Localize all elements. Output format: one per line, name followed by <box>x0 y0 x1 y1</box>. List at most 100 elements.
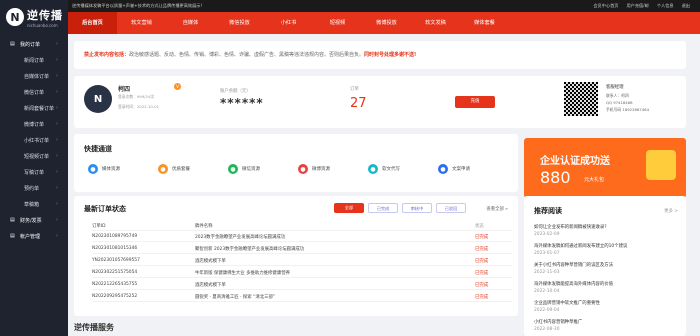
order-filter-button[interactable]: 已完成 <box>368 203 398 213</box>
sidebar-item[interactable]: 小红书订单 › <box>0 132 68 148</box>
topbar-link[interactable]: 用户充值/邮 <box>626 3 648 9</box>
chevron-right-icon: › <box>56 57 58 63</box>
reads-more-link[interactable]: 更多 > <box>664 208 678 214</box>
sidebar-item[interactable]: 短视频订单 › <box>0 148 68 164</box>
table-row[interactable]: N202212265435755 酒店模式模下单 已完成 <box>92 280 512 290</box>
chevron-right-icon: › <box>56 153 58 159</box>
sidebar-item-label: 新闻订单 <box>24 57 45 64</box>
weibo-icon: ● <box>298 164 308 174</box>
chevron-right-icon: › <box>56 169 58 175</box>
nav-tab[interactable]: 后台首页 <box>68 12 117 34</box>
sidebar-item[interactable]: 预约单 › <box>0 180 68 196</box>
quick-link[interactable]: ● 媒体资源 <box>88 164 120 174</box>
sidebar-item-label: 我的订单 <box>20 41 41 48</box>
order-name: 2023数字金融瞭望产业发展高峰论坛圆满成功 <box>195 234 286 240</box>
quick-link[interactable]: ● 文案申请 <box>438 164 470 174</box>
brand-name: 逆传播 <box>27 8 63 22</box>
orders-card: 最新订单状态 全部 已完成 审核中 已驳回 查看全部 » 订单ID 稿件名称 状态 N… <box>74 196 518 316</box>
order-filter-button[interactable]: 审核中 <box>402 203 432 213</box>
order-id: N202302251575054 <box>92 270 138 275</box>
sidebar-item[interactable]: ▤ 帐户管理 › <box>0 228 68 244</box>
sidebar-item-label: 新闻套餐订单 <box>24 105 55 112</box>
sidebar-nav: ▤ 我的订单 › 新闻订单 › 自媒体订单 › 微信订单 › 新闻套餐订单 › 微博订单 › 小红书订单 ›… <box>0 36 68 244</box>
chevron-right-icon: › <box>56 201 58 207</box>
nav-tab[interactable]: 软文发稿 <box>411 12 460 34</box>
order-status: 已完成 <box>475 294 489 300</box>
package-icon: ● <box>158 164 168 174</box>
qq-value[interactable]: 97418468 <box>613 100 632 105</box>
table-row[interactable]: YN202301057699557 酒店模式模下单 已完成 <box>92 256 512 266</box>
nav-tab[interactable]: 软文营销 <box>117 12 166 34</box>
news-title: 海外媒体发稿如何通过新闻发布建立的10个建议 <box>534 244 628 249</box>
order-name: 聚智创新 2023数字金融瞭望产业发展高峰论坛圆满成功 <box>195 246 305 252</box>
menu-icon: ▤ <box>10 217 15 223</box>
nav-tab[interactable]: 媒体套餐 <box>460 12 509 34</box>
recharge-button[interactable]: 充值 <box>455 96 495 108</box>
sidebar-item[interactable]: 写稿订单 › <box>0 164 68 180</box>
sidebar-item[interactable]: ▤ 我的订单 › <box>0 36 68 52</box>
chevron-right-icon: › <box>56 185 58 191</box>
avatar[interactable]: N <box>84 85 112 113</box>
list-item[interactable]: 如何让企业发布的新闻稿被快速收录? 2023-02-09 <box>534 224 607 237</box>
nav-tab[interactable]: 短视频 <box>313 12 362 34</box>
table-row[interactable]: N202301081015346 聚智创新 2023数字金融瞭望产业发展高峰论坛圆… <box>92 244 512 254</box>
sidebar-item-label: 微信订单 <box>24 89 45 96</box>
notice-label: 禁止发布内容包括： <box>84 52 130 58</box>
username: 柯四 <box>118 86 131 93</box>
topbar-link[interactable]: 会员中心首页 <box>593 3 618 9</box>
news-date: 2022-11-03 <box>534 270 560 275</box>
order-filter-button[interactable]: 全部 <box>334 203 364 213</box>
topbar-notice: 逆传播媒体发稿平台以质量+声誉+技术的方式让品牌传播更高效展示! <box>72 3 203 8</box>
nav-tab[interactable]: 微博投放 <box>362 12 411 34</box>
gift-icon <box>646 150 676 180</box>
main-nav: 后台首页 软文营销 自媒体 微信投放 小红书 短视频 微博投放 软文发稿 媒体套餐 <box>68 12 700 34</box>
order-id: N202301081015346 <box>92 246 138 251</box>
nav-tab[interactable]: 自媒体 <box>166 12 215 34</box>
quick-channel-card: 快捷通道 ● 媒体资源 ● 优质套餐 ● 微信资源 ● 微博资源 ● 软文代写 ● 文案申请 <box>74 134 518 192</box>
list-item[interactable]: 海外媒体发稿能提高海外媒体内容的价值 2022-10-04 <box>534 281 613 294</box>
write-icon: ● <box>368 164 378 174</box>
login-count: 登录次数：999/24次 <box>118 94 155 99</box>
list-item[interactable]: 企业品牌营销中软文推广的重要性 2022-09-04 <box>534 300 600 313</box>
table-row[interactable]: N202209295475252 圆锐奖 · 夏商清雅工匠 · 探索 “清北三部”… <box>92 292 512 302</box>
sidebar-item[interactable]: 草稿箱 › <box>0 196 68 212</box>
quick-link[interactable]: ● 优质套餐 <box>158 164 190 174</box>
list-item[interactable]: 海外媒体发稿如何通过新闻发布建立的10个建议 2023-01-07 <box>534 243 627 256</box>
qr-code[interactable] <box>564 82 598 116</box>
sidebar-item[interactable]: 微博订单 › <box>0 116 68 132</box>
list-item[interactable]: 关于小红书内容种草营销门的误区及方法 2022-11-03 <box>534 262 613 275</box>
order-status: 已完成 <box>475 258 489 264</box>
promo-amount: 880 <box>540 168 571 187</box>
chevron-right-icon: › <box>56 73 58 79</box>
quick-link[interactable]: ● 软文代写 <box>368 164 400 174</box>
balance-label: 账户余额（元） <box>220 89 251 94</box>
table-row[interactable]: N202302251575054 牛年新版 保健康佛生大业 多维助力维修健康营养 已… <box>92 268 512 278</box>
nav-tab[interactable]: 小红书 <box>264 12 313 34</box>
list-item[interactable]: 小红书内容营销种草推广 2022-08-30 <box>534 319 582 332</box>
topbar-link[interactable]: 个人信息 <box>657 3 674 9</box>
news-date: 2023-02-09 <box>534 232 560 237</box>
table-row[interactable]: N202301089795749 2023数字金融瞭望产业发展高峰论坛圆满成功 已完… <box>92 232 512 242</box>
logo[interactable]: N 逆传播 nichuanbo.com <box>0 0 68 34</box>
news-date: 2023-01-07 <box>534 251 560 256</box>
sidebar-item[interactable]: 微信订单 › <box>0 84 68 100</box>
orders-more-link[interactable]: 查看全部 » <box>486 206 508 212</box>
order-id: N202301089795749 <box>92 234 138 239</box>
topbar-link[interactable]: 退出 <box>682 3 690 9</box>
promo-banner[interactable]: 企业认证成功送 880 元大礼包 <box>524 138 686 198</box>
sidebar-item-label: 自媒体订单 <box>24 73 50 80</box>
tel-label: 手机号码 <box>606 107 622 112</box>
sidebar-item[interactable]: ▤ 财务/发票 › <box>0 212 68 228</box>
order-filter-button[interactable]: 已驳回 <box>436 203 466 213</box>
quick-link[interactable]: ● 微博资源 <box>298 164 330 174</box>
sidebar-item[interactable]: 自媒体订单 › <box>0 68 68 84</box>
sidebar: N 逆传播 nichuanbo.com ▤ 我的订单 › 新闻订单 › 自媒体订单 › 微信订… <box>0 0 68 336</box>
nav-tab[interactable]: 微信投放 <box>215 12 264 34</box>
quick-link[interactable]: ● 微信资源 <box>228 164 260 174</box>
sidebar-item-label: 短视频订单 <box>24 153 50 160</box>
sidebar-item[interactable]: 新闻套餐订单 › <box>0 100 68 116</box>
sidebar-item[interactable]: 新闻订单 › <box>0 52 68 68</box>
quick-link-label: 微信资源 <box>242 167 260 172</box>
notice-text: 政治敏感话题、反动、色情、传销、博彩、色情、诈骗、虚假广告、黑稿等违法违规内容。… <box>129 52 365 58</box>
tel-value[interactable]: 18922667464 <box>622 107 649 112</box>
